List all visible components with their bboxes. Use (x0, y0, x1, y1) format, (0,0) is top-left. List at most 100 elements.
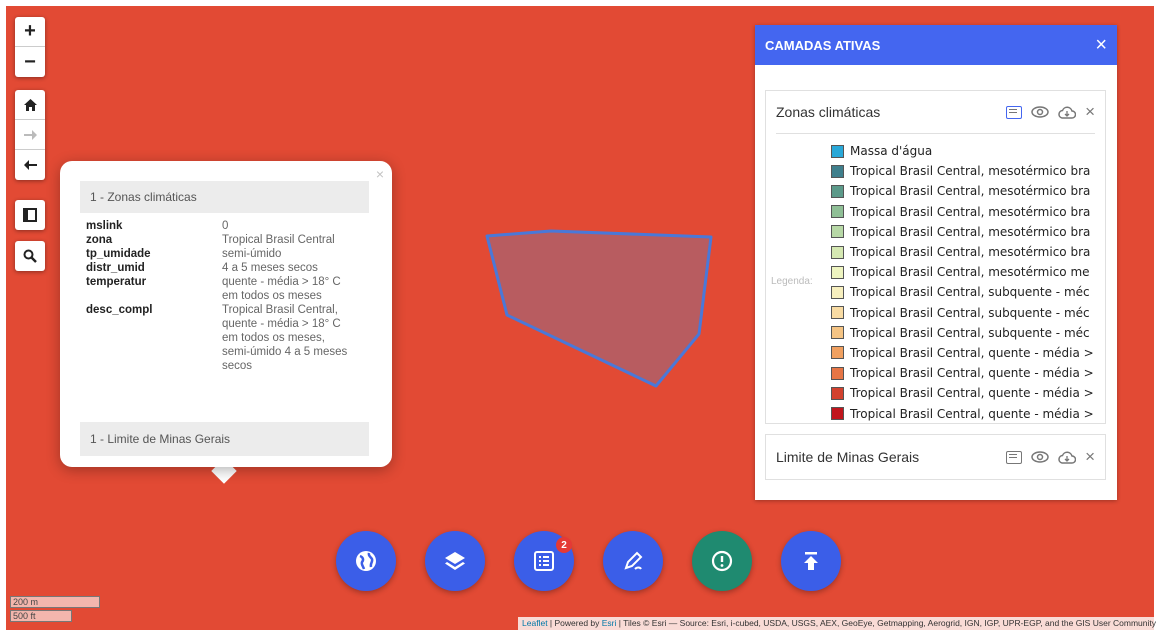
layer-name: Limite de Minas Gerais (776, 449, 920, 465)
attribute-table: mslink 0 zona Tropical Brasil Central tp… (86, 219, 350, 373)
scale-metric: 200 m (10, 596, 100, 608)
layer-actions: × (1006, 102, 1095, 122)
globe-icon (356, 551, 376, 571)
upload-icon (804, 552, 818, 570)
legend-item-label: Tropical Brasil Central, subquente - méc (850, 305, 1090, 320)
legend-item: Tropical Brasil Central, mesotérmico bra (831, 242, 1105, 262)
legend-item-label: Massa d'água (850, 144, 933, 159)
draw-icon (624, 551, 643, 570)
remove-layer-icon[interactable]: × (1085, 447, 1095, 467)
layer-actions: × (1006, 447, 1095, 467)
basemap-button[interactable] (336, 531, 396, 591)
legend-item: Tropical Brasil Central, mesotérmico bra (831, 222, 1105, 242)
attribute-key: distr_umid (86, 262, 145, 274)
layers-button[interactable] (425, 531, 485, 591)
fullscreen-control (15, 200, 45, 230)
attribute-row: zona Tropical Brasil Central (86, 233, 350, 247)
layer-card-zonas: Zonas climáticas × Legenda: Massa d'água… (765, 90, 1106, 424)
attribute-key: desc_compl (86, 304, 153, 316)
attribute-value: Tropical Brasil Central (222, 234, 335, 246)
legend-item-label: Tropical Brasil Central, quente - média … (850, 366, 1094, 381)
popup-section-title: 1 - Zonas climáticas (90, 190, 197, 204)
search-button[interactable] (15, 241, 45, 271)
panel-close-button[interactable]: × (1095, 34, 1107, 57)
legend-swatch (831, 386, 844, 400)
legend-item: Tropical Brasil Central, quente - média … (831, 383, 1105, 403)
attribute-row: desc_compl Tropical Brasil Central, quen… (86, 303, 350, 373)
active-layers-panel: CAMADAS ATIVAS × Zonas climáticas × Lege… (755, 25, 1117, 500)
legend-swatch (831, 225, 844, 239)
list-icon (534, 551, 554, 571)
legend-swatch (831, 366, 844, 380)
legend-toggle-icon[interactable] (1006, 105, 1023, 119)
legend-item: Tropical Brasil Central, mesotérmico bra (831, 181, 1105, 201)
divider (776, 133, 1095, 134)
legend-swatch (831, 245, 844, 259)
legend-swatch (831, 184, 844, 198)
fullscreen-icon (23, 208, 37, 222)
remove-layer-icon[interactable]: × (1085, 102, 1095, 122)
legend-swatch (831, 285, 844, 299)
legend-swatch (831, 346, 844, 360)
attribute-value: 0 (222, 220, 229, 232)
attribute-value: semi-úmido (222, 248, 282, 260)
layer-header: Limite de Minas Gerais × (766, 435, 1105, 479)
draw-button[interactable] (603, 531, 663, 591)
legend-swatch (831, 205, 844, 219)
eye-icon[interactable] (1031, 451, 1049, 463)
legend-item: Tropical Brasil Central, mesotérmico me (831, 262, 1105, 282)
search-control (15, 241, 45, 271)
legend-list: Massa d'água Tropical Brasil Central, mes… (831, 141, 1105, 423)
legend-item: Tropical Brasil Central, subquente - méc (831, 282, 1105, 302)
layers-icon (445, 552, 465, 570)
zoom-out-button[interactable]: − (15, 47, 45, 77)
popup-section-title: 1 - Limite de Minas Gerais (90, 432, 231, 446)
attribute-value: Tropical Brasil Central, quente - média … (222, 304, 348, 372)
attribution-text: | Tiles © Esri — Source: Esri, i-cubed, … (616, 618, 1156, 628)
fullscreen-button[interactable] (15, 200, 45, 230)
legend-item-label: Tropical Brasil Central, quente - média … (850, 406, 1094, 421)
legend-swatch (831, 326, 844, 340)
active-layers-button[interactable]: 2 (514, 531, 574, 591)
popup-close-button[interactable]: × (376, 166, 384, 182)
leaflet-link[interactable]: Leaflet (522, 618, 548, 628)
cloud-download-icon[interactable] (1058, 106, 1077, 119)
attribute-key: zona (86, 234, 113, 246)
legend-swatch (831, 306, 844, 320)
attribute-key: temperatur (86, 276, 147, 288)
feature-popup: × 1 - Zonas climáticas mslink 0 zona Tro… (60, 161, 392, 467)
back-button[interactable] (15, 150, 45, 180)
attribute-row: mslink 0 (86, 219, 350, 233)
upload-button[interactable] (781, 531, 841, 591)
legend-item: Massa d'água (831, 141, 1105, 161)
panel-header: CAMADAS ATIVAS × (755, 25, 1117, 65)
panel-title: CAMADAS ATIVAS (765, 37, 881, 53)
legend-item: Tropical Brasil Central, subquente - méc (831, 323, 1105, 343)
popup-section-limite[interactable]: 1 - Limite de Minas Gerais (80, 422, 369, 456)
legend-toggle-icon[interactable] (1006, 450, 1023, 464)
attribute-value: 4 a 5 meses secos (222, 262, 318, 274)
legend-item: Tropical Brasil Central, mesotérmico bra (831, 202, 1105, 222)
eye-icon[interactable] (1031, 106, 1049, 118)
legend-swatch (831, 265, 844, 279)
zoom-in-button[interactable]: + (15, 17, 45, 47)
legend-item-label: Tropical Brasil Central, mesotérmico bra (850, 184, 1091, 199)
arrow-left-icon (23, 160, 37, 170)
layer-card-limite: Limite de Minas Gerais × (765, 434, 1106, 480)
layer-name: Zonas climáticas (776, 104, 881, 120)
arrow-right-icon (23, 129, 37, 140)
legend-item-label: Tropical Brasil Central, mesotérmico bra (850, 245, 1091, 260)
forward-button[interactable] (15, 120, 45, 150)
attribution-text: | Powered by (547, 618, 602, 628)
search-icon (23, 249, 37, 263)
home-icon (23, 98, 37, 111)
home-button[interactable] (15, 90, 45, 120)
info-alert-button[interactable] (692, 531, 752, 591)
cloud-download-icon[interactable] (1058, 451, 1077, 464)
popup-section-zonas[interactable]: 1 - Zonas climáticas (80, 181, 369, 213)
attribute-key: mslink (86, 220, 123, 232)
legend-item-label: Tropical Brasil Central, mesotérmico bra (850, 224, 1091, 239)
esri-link[interactable]: Esri (602, 618, 617, 628)
legend-item-label: Tropical Brasil Central, quente - média … (850, 386, 1094, 401)
legend-item-label: Tropical Brasil Central, mesotérmico me (850, 265, 1090, 280)
